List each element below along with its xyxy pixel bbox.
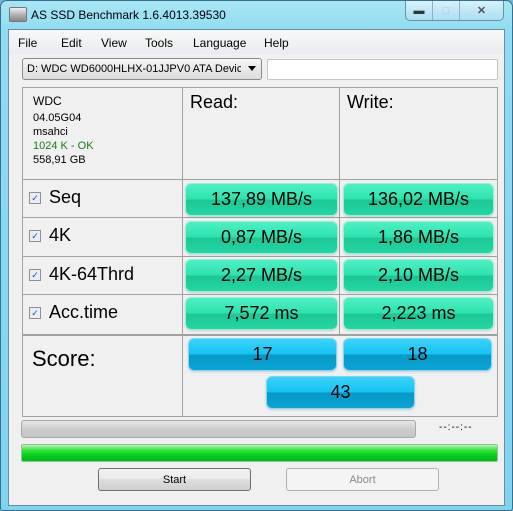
acc-time-write-result: 2,223 ms: [343, 297, 494, 330]
test-row-acc-time: ✓ Acc.time: [23, 295, 182, 333]
grid-divider: [339, 88, 340, 335]
drive-info: WDC 04.05G04 msahci 1024 K - OK 558,91 G…: [33, 94, 94, 167]
menu-language[interactable]: Language: [193, 36, 246, 50]
score-cell: Score:: [23, 336, 182, 416]
score-read: 17: [188, 338, 337, 371]
drive-app-icon: [9, 7, 27, 22]
4k-write-result: 1,86 MB/s: [343, 221, 494, 254]
elapsed-time: --:--:--: [439, 422, 473, 433]
app-window: AS SSD Benchmark 1.6.4013.39530 ▬ □ ✕ Fi…: [0, 0, 513, 511]
menu-view[interactable]: View: [101, 36, 127, 50]
results-grid: WDC 04.05G04 msahci 1024 K - OK 558,91 G…: [22, 87, 498, 417]
score-label: Score:: [32, 346, 96, 371]
4k-label: 4K: [49, 225, 72, 245]
title-bar[interactable]: AS SSD Benchmark 1.6.4013.39530 ▬ □ ✕: [1, 1, 512, 29]
score-total: 43: [266, 376, 415, 409]
drive-dropdown[interactable]: D: WDC WD6000HLHX-01JJPV0 ATA Device: [22, 58, 262, 80]
seq-checkbox[interactable]: ✓: [29, 192, 41, 204]
read-column-header: Read:: [190, 92, 239, 112]
current-test-progress-bar: [21, 420, 416, 438]
client-area: File Edit View Tools Language Help D: WD…: [8, 29, 505, 506]
overall-progress-fill: [22, 445, 497, 461]
seq-read-result: 137,89 MB/s: [185, 183, 338, 216]
minimize-button[interactable]: ▬: [406, 1, 433, 20]
maximize-button[interactable]: □: [433, 1, 460, 20]
window-title: AS SSD Benchmark 1.6.4013.39530: [31, 8, 226, 22]
4k-64thrd-label: 4K-64Thrd: [49, 264, 135, 284]
abort-button[interactable]: Abort: [286, 468, 439, 491]
4k-64thrd-write-result: 2,10 MB/s: [343, 259, 494, 292]
4k-64thrd-checkbox[interactable]: ✓: [29, 269, 41, 281]
menu-help[interactable]: Help: [264, 36, 289, 50]
chevron-down-icon: [248, 66, 256, 71]
grid-divider: [182, 88, 183, 416]
test-row-4k-64thrd: ✓ 4K-64Thrd: [23, 257, 182, 295]
menu-file[interactable]: File: [18, 36, 37, 50]
test-row-seq: ✓ Seq: [23, 180, 182, 218]
4k-checkbox[interactable]: ✓: [29, 230, 41, 242]
seq-label: Seq: [49, 187, 82, 207]
write-column-header: Write:: [347, 92, 394, 112]
status-text-field[interactable]: [267, 59, 498, 80]
drive-alignment: 1024 K - OK: [33, 140, 94, 152]
start-button[interactable]: Start: [98, 468, 251, 491]
drive-driver: msahci: [33, 126, 68, 138]
drive-dropdown-value: D: WDC WD6000HLHX-01JJPV0 ATA Device: [27, 63, 241, 75]
drive-firmware: 04.05G04: [33, 112, 82, 124]
acc-time-label: Acc.time: [49, 302, 119, 322]
menu-tools[interactable]: Tools: [145, 36, 173, 50]
overall-progress-bar: [21, 444, 498, 462]
drive-size: 558,91 GB: [33, 154, 86, 166]
menu-bar: File Edit View Tools Language Help: [9, 30, 504, 54]
menu-edit[interactable]: Edit: [61, 36, 82, 50]
seq-write-result: 136,02 MB/s: [343, 183, 494, 216]
drive-name: WDC: [33, 94, 62, 108]
4k-read-result: 0,87 MB/s: [185, 221, 338, 254]
acc-time-read-result: 7,572 ms: [185, 297, 338, 330]
acc-time-checkbox[interactable]: ✓: [29, 307, 41, 319]
score-write: 18: [343, 338, 492, 371]
caption-buttons: ▬ □ ✕: [405, 1, 504, 21]
4k-64thrd-read-result: 2,27 MB/s: [185, 259, 338, 292]
close-button[interactable]: ✕: [460, 1, 503, 20]
test-row-4k: ✓ 4K: [23, 218, 182, 256]
